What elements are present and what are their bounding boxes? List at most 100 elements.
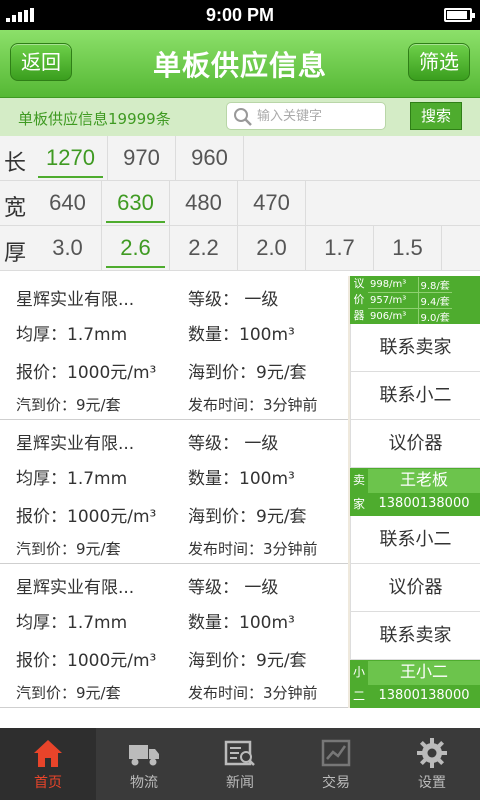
- sea-price: 海到价：9元/套: [188, 363, 307, 383]
- sea-price: 海到价：9元/套: [188, 507, 307, 527]
- contact-agent-button[interactable]: 联系小二: [350, 516, 480, 564]
- quote-price: 报价：1000元/m³: [16, 651, 157, 671]
- filter-button[interactable]: 筛选: [408, 43, 470, 81]
- list-item[interactable]: 星辉实业有限... 等级： 一级 均厚：1.7mm 数量：100m³ 报价：10…: [0, 420, 348, 564]
- filter-option[interactable]: 1.5: [374, 226, 442, 271]
- status-bar: 9:00 PM: [0, 0, 480, 30]
- search-bar: 单板供应信息19999条 搜索: [0, 98, 480, 136]
- price-table: 998/m³ 9.8/套 957/m³ 9.4/套 906/m³ 9.0/套: [368, 277, 452, 325]
- filter-option[interactable]: 1270: [34, 136, 108, 181]
- price-cell: 957/m³: [368, 292, 419, 309]
- tab-trade[interactable]: 交易: [288, 728, 384, 800]
- truck-price: 汽到价：9元/套: [16, 540, 121, 558]
- list-item[interactable]: 星辉实业有限... 等级： 一级 均厚：1.7mm 数量：100m³ 报价：10…: [0, 276, 348, 420]
- filter-options: 3.0 2.6 2.2 2.0 1.7 1.5: [34, 226, 442, 271]
- supply-list: 星辉实业有限... 等级： 一级 均厚：1.7mm 数量：100m³ 报价：10…: [0, 276, 480, 708]
- filter-label: 长: [4, 151, 27, 176]
- filter-row-length: 长 1270 970 960: [0, 136, 480, 181]
- company-name: 星辉实业有限...: [16, 434, 135, 454]
- truck-price: 汽到价：9元/套: [16, 684, 121, 702]
- quote-price: 报价：1000元/m³: [16, 507, 157, 527]
- seller-info-panel[interactable]: 卖家 王老板 13800138000: [350, 468, 480, 516]
- contact-seller-button[interactable]: 联系卖家: [350, 324, 480, 372]
- filter-option[interactable]: 960: [176, 136, 244, 181]
- bargain-button[interactable]: 议价器: [350, 420, 480, 468]
- result-count: 单板供应信息19999条: [18, 110, 171, 128]
- filter-option[interactable]: 3.0: [34, 226, 102, 271]
- tab-logistics[interactable]: 物流: [96, 728, 192, 800]
- tab-news[interactable]: 新闻: [192, 728, 288, 800]
- price-cell: 9.0/套: [418, 308, 452, 325]
- search-button[interactable]: 搜索: [410, 102, 462, 130]
- bargain-button[interactable]: 议价器: [350, 564, 480, 612]
- posted-time: 发布时间：3分钟前: [188, 684, 318, 702]
- thickness: 均厚：1.7mm: [16, 613, 128, 633]
- thickness: 均厚：1.7mm: [16, 325, 128, 345]
- filter-options: 640 630 480 470: [34, 181, 306, 226]
- agent-name: 王小二: [368, 661, 480, 685]
- filter-option[interactable]: 2.0: [238, 226, 306, 271]
- agent-phone[interactable]: 13800138000: [368, 685, 480, 707]
- bargain-tag: 议价器: [353, 277, 365, 322]
- news-icon: [224, 740, 255, 766]
- filter-option[interactable]: 2.6: [102, 226, 170, 271]
- grade: 等级： 一级: [188, 434, 279, 454]
- bargain-price-panel[interactable]: 议价器 998/m³ 9.8/套 957/m³ 9.4/套 906/m³ 9.0/套: [350, 276, 480, 325]
- seller-tag: 卖家: [352, 473, 365, 511]
- tab-label: 交易: [322, 775, 350, 791]
- tab-label: 物流: [130, 775, 158, 791]
- price-cell: 998/m³: [368, 277, 419, 293]
- tab-label: 首页: [34, 775, 62, 791]
- nav-header: 返回 单板供应信息 筛选: [0, 30, 480, 98]
- tab-label: 设置: [418, 775, 446, 791]
- list-item[interactable]: 星辉实业有限... 等级： 一级 均厚：1.7mm 数量：100m³ 报价：10…: [0, 564, 348, 708]
- quantity: 数量：100m³: [188, 469, 295, 489]
- filter-label: 宽: [4, 196, 27, 221]
- quote-price: 报价：1000元/m³: [16, 363, 157, 383]
- trade-icon: [321, 739, 351, 767]
- filter-option[interactable]: 970: [108, 136, 176, 181]
- filter-option[interactable]: 630: [102, 181, 170, 226]
- search-box[interactable]: [226, 102, 386, 130]
- grade: 等级： 一级: [188, 290, 279, 310]
- truck-icon: [129, 745, 159, 766]
- search-icon: [234, 108, 252, 126]
- filter-option[interactable]: 470: [238, 181, 306, 226]
- tab-label: 新闻: [226, 775, 254, 791]
- filter-options: 1270 970 960: [34, 136, 244, 181]
- agent-tag: 小二: [352, 665, 365, 703]
- posted-time: 发布时间：3分钟前: [188, 396, 318, 414]
- seller-name: 王老板: [368, 469, 480, 493]
- filter-option[interactable]: 1.7: [306, 226, 374, 271]
- quantity: 数量：100m³: [188, 325, 295, 345]
- tab-settings[interactable]: 设置: [384, 728, 480, 800]
- company-name: 星辉实业有限...: [16, 578, 135, 598]
- contact-seller-button[interactable]: 联系卖家: [350, 612, 480, 660]
- price-cell: 9.8/套: [418, 277, 452, 293]
- filter-row-width: 宽 640 630 480 470: [0, 181, 480, 226]
- sea-price: 海到价：9元/套: [188, 651, 307, 671]
- grade: 等级： 一级: [188, 578, 279, 598]
- price-cell: 9.4/套: [418, 292, 452, 309]
- action-column: 议价器 998/m³ 9.8/套 957/m³ 9.4/套 906/m³ 9.0/套 …: [350, 276, 480, 708]
- status-time: 9:00 PM: [205, 5, 275, 25]
- filter-option[interactable]: 640: [34, 181, 102, 226]
- gear-icon: [417, 738, 447, 768]
- agent-info-panel[interactable]: 小二 王小二 13800138000: [350, 660, 480, 708]
- search-input[interactable]: [257, 103, 383, 129]
- truck-price: 汽到价：9元/套: [16, 396, 121, 414]
- seller-phone[interactable]: 13800138000: [368, 493, 480, 515]
- thickness: 均厚：1.7mm: [16, 469, 128, 489]
- filter-option[interactable]: 480: [170, 181, 238, 226]
- filter-option[interactable]: 2.2: [170, 226, 238, 271]
- home-icon: [34, 740, 62, 767]
- tab-home[interactable]: 首页: [0, 728, 96, 800]
- posted-time: 发布时间：3分钟前: [188, 540, 318, 558]
- price-cell: 906/m³: [368, 308, 419, 325]
- tab-bar: 首页 物流 新闻 交易 设置: [0, 728, 480, 800]
- contact-agent-button[interactable]: 联系小二: [350, 372, 480, 420]
- company-name: 星辉实业有限...: [16, 290, 135, 310]
- quantity: 数量：100m³: [188, 613, 295, 633]
- filter-row-thickness: 厚 3.0 2.6 2.2 2.0 1.7 1.5: [0, 226, 480, 271]
- battery-icon: [444, 8, 475, 22]
